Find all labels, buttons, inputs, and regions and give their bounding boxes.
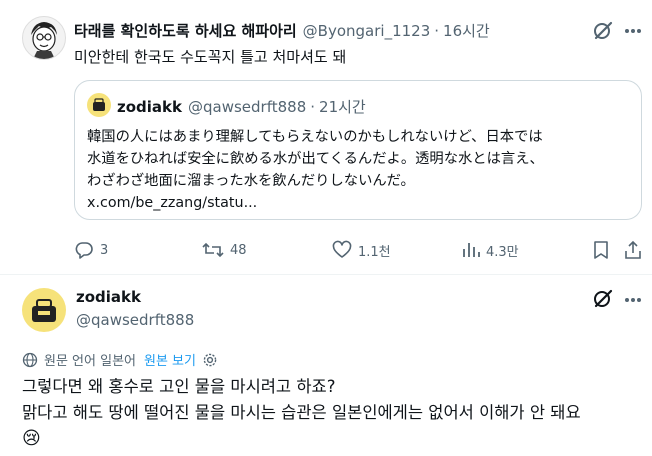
reply-icon xyxy=(75,242,93,259)
repost-icon xyxy=(202,242,224,258)
quoted-line-2: 水道をひねれば安全に飲める水が出てくるんだよ。透明な水とは言え、 xyxy=(87,151,544,167)
like-count: 1.1천 xyxy=(358,244,391,260)
grok-icon[interactable] xyxy=(592,288,614,310)
bag-icon xyxy=(32,299,56,322)
quoted-time: 21시간 xyxy=(319,98,366,116)
views-action[interactable]: 4.3만 xyxy=(460,240,519,260)
quoted-header: zodiakk @qawsedrft888 · 21시간 xyxy=(117,96,366,117)
reply-header: 타래를 확인하도록 하세요 해파아리 @Byongari_1123 · 16시간 xyxy=(74,20,490,41)
quoted-author-name: zodiakk xyxy=(117,97,182,116)
share-icon[interactable] xyxy=(624,240,642,264)
bag-icon xyxy=(93,98,105,111)
reply-author-name[interactable]: 타래를 확인하도록 하세요 해파아리 xyxy=(74,20,297,41)
like-action[interactable]: 1.1천 xyxy=(332,240,391,260)
quoted-line-3: わざわざ地面に溜まった水を飲んだりしないんだ。 xyxy=(87,173,415,189)
quoted-separator: · xyxy=(310,97,316,116)
cartoon-face-icon xyxy=(31,22,57,59)
globe-icon xyxy=(22,352,38,367)
quoted-tweet-card[interactable]: zodiakk @qawsedrft888 · 21시간 韓国の人にはあまり理解… xyxy=(74,80,642,220)
grok-icon[interactable] xyxy=(592,20,614,42)
reply-text: 미안한테 한국도 수도꼭지 틀고 처마셔도 돼 xyxy=(74,48,347,66)
more-options-icon[interactable] xyxy=(624,28,642,34)
repost-count: 48 xyxy=(230,242,247,258)
main-author-name-text: zodiakk xyxy=(76,288,141,306)
main-post-line-2: 맑다고 해도 땅에 떨어진 물을 마시는 습관은 일본인에게는 없어서 이해가 … xyxy=(22,403,581,422)
quoted-line-1: 韓国の人にはあまり理解してもらえないのかもしれないけど、日本では xyxy=(87,129,543,145)
quoted-handle: @qawsedrft888 xyxy=(188,97,307,116)
quoted-link[interactable]: x.com/be_zzang/statu... xyxy=(87,192,544,214)
reply-action[interactable]: 3 xyxy=(74,240,108,260)
divider xyxy=(0,274,652,275)
reply-time[interactable]: 16시간 xyxy=(443,20,490,41)
crying-emoji: 😢 xyxy=(22,428,41,449)
main-handle[interactable]: @qawsedrft888 xyxy=(76,311,194,329)
reply-avatar[interactable] xyxy=(22,16,66,60)
more-options-icon[interactable] xyxy=(624,297,642,303)
quoted-body: 韓国の人にはあまり理解してもらえないのかもしれないけど、日本では 水道をひねれば… xyxy=(87,126,544,214)
main-post-line-1: 그렇다면 왜 홍수로 고인 물을 마시려고 하죠? xyxy=(22,377,336,396)
main-avatar[interactable] xyxy=(22,288,66,332)
views-count: 4.3만 xyxy=(486,244,519,260)
gear-icon[interactable] xyxy=(202,352,218,368)
translation-note: 원문 언어 일본어 xyxy=(44,354,136,369)
view-original-link[interactable]: 원본 보기 xyxy=(144,350,196,369)
repost-action[interactable]: 48 xyxy=(202,240,247,260)
reply-handle[interactable]: @Byongari_1123 xyxy=(303,22,431,40)
translation-bar: 원문 언어 일본어 원본 보기 xyxy=(22,350,218,369)
heart-icon xyxy=(332,240,352,258)
main-author-name[interactable]: zodiakk xyxy=(76,288,141,306)
bookmark-icon[interactable] xyxy=(592,240,610,264)
quoted-avatar xyxy=(87,93,111,117)
reply-count: 3 xyxy=(100,242,109,258)
reply-separator: · xyxy=(434,21,440,40)
bar-chart-icon xyxy=(463,243,480,257)
main-post-body: 그렇다면 왜 홍수로 고인 물을 마시려고 하죠? 맑다고 해도 땅에 떨어진 … xyxy=(22,374,581,452)
